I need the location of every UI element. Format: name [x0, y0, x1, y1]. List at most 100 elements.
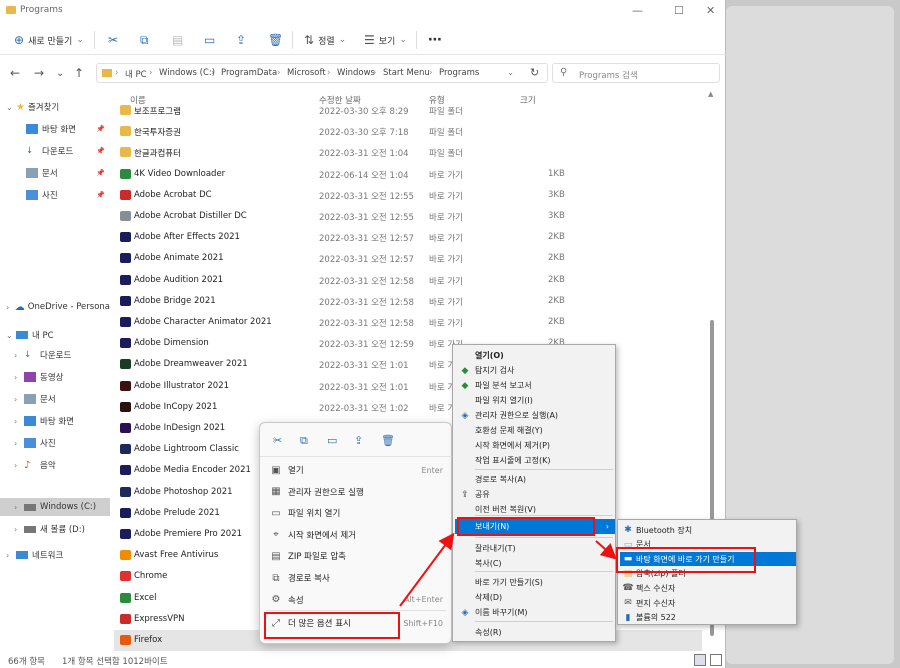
- cut-button[interactable]: ✂: [108, 32, 118, 48]
- table-row[interactable]: Adobe Acrobat Distiller DC 2022-03-31 오전 …: [114, 206, 702, 227]
- classic-menu-item[interactable]: 파일 위치 열기(I): [455, 393, 615, 408]
- delete-button[interactable]: 🗑: [268, 32, 283, 48]
- sort-icon: ⇅: [304, 33, 315, 47]
- send-to-item[interactable]: ▮ 볼륨의 522: [620, 611, 796, 625]
- sidebar-item-pc-downloads[interactable]: › ↓ 다운로드: [14, 346, 71, 364]
- back-icon[interactable]: ←: [10, 66, 20, 80]
- classic-menu-item[interactable]: ◆ 탐지기 검사: [455, 363, 615, 378]
- classic-menu-item[interactable]: 속성(R): [455, 625, 615, 640]
- scroll-up-icon[interactable]: ▲: [708, 90, 713, 98]
- sidebar-item-this-pc[interactable]: ⌄ 내 PC: [6, 326, 54, 344]
- classic-menu-item[interactable]: ⇪ 공유: [455, 487, 615, 502]
- file-name: Chrome: [134, 571, 168, 582]
- share-button[interactable]: ⇪: [236, 32, 246, 48]
- sidebar-item-pc-documents[interactable]: › 문서: [14, 390, 56, 408]
- crumb[interactable]: Programs: [439, 68, 479, 78]
- table-row[interactable]: Adobe After Effects 2021 2022-03-31 오전 12…: [114, 227, 702, 248]
- table-row[interactable]: Adobe Bridge 2021 2022-03-31 오전 12:58 바로 가…: [114, 291, 702, 312]
- trash-icon[interactable]: 🗑: [381, 434, 395, 447]
- sidebar-item-downloads[interactable]: ↓ 다운로드 📌: [26, 142, 110, 160]
- selection-info: 1개 항목 선택함 1012바이트: [62, 657, 168, 667]
- sidebar-item-pc-desktop[interactable]: › 바탕 화면: [14, 412, 74, 430]
- classic-menu-item[interactable]: 시작 화면에서 제거(P): [455, 438, 615, 453]
- forward-icon[interactable]: →: [34, 66, 44, 80]
- table-row[interactable]: Adobe Character Animator 2021 2022-03-31 …: [114, 312, 702, 333]
- sidebar-item-pc-pictures[interactable]: › 사진: [14, 434, 56, 452]
- classic-menu-item[interactable]: 바로 가기 만들기(S): [455, 575, 615, 590]
- table-row[interactable]: 한국투자증권 2022-03-30 오후 7:18 파일 폴더: [114, 121, 702, 142]
- more-icon[interactable]: ⋯: [428, 32, 442, 48]
- chevron-down-icon[interactable]: ⌄: [507, 68, 514, 78]
- sidebar-label: 새 볼륨 (D:): [40, 525, 85, 535]
- sort-button[interactable]: ⇅ 정렬 ⌄: [304, 32, 346, 48]
- sidebar-item-videos[interactable]: › 동영상: [14, 368, 63, 386]
- context-menu-item[interactable]: ▭ 파일 위치 열기: [264, 503, 449, 523]
- classic-menu-item[interactable]: 호환성 문제 해결(Y): [455, 423, 615, 438]
- classic-menu-item[interactable]: 잘라내기(T): [455, 541, 615, 556]
- classic-menu-item[interactable]: ◈ 이름 바꾸기(M): [455, 605, 615, 620]
- classic-menu-item[interactable]: ◈ 관리자 권한으로 실행(A): [455, 408, 615, 423]
- sidebar-item-pictures[interactable]: 사진 📌: [26, 186, 110, 204]
- table-row[interactable]: Adobe Animate 2021 2022-03-31 오전 12:57 바로 …: [114, 248, 702, 269]
- send-to-item[interactable]: ☎ 팩스 수신자: [620, 581, 796, 595]
- sidebar-item-documents[interactable]: 문서 📌: [26, 164, 110, 182]
- context-menu-item[interactable]: ⧉ 경로로 복사: [264, 568, 449, 588]
- view-button[interactable]: ☰ 보기 ⌄: [364, 32, 407, 48]
- context-menu-item[interactable]: ⚙ 속성 Alt+Enter: [264, 590, 449, 610]
- classic-menu-item[interactable]: 열기(O): [455, 348, 615, 363]
- copy-button[interactable]: ⧉: [140, 32, 149, 48]
- rename-icon: ▭: [204, 33, 216, 47]
- crumb[interactable]: Windows: [337, 68, 375, 78]
- crumb-separator: ›: [277, 68, 281, 78]
- sidebar-item-drive-c[interactable]: › Windows (C:): [0, 498, 110, 516]
- context-menu-item[interactable]: ▦ 관리자 권한으로 실행: [264, 482, 449, 502]
- rename-button[interactable]: ▭: [204, 32, 215, 48]
- share-icon[interactable]: ⇪: [354, 434, 363, 447]
- context-menu-item[interactable]: ▣ 열기 Enter: [264, 460, 449, 480]
- refresh-icon[interactable]: ↻: [530, 66, 539, 79]
- sidebar-item-network[interactable]: › 네트워크: [6, 546, 63, 564]
- table-row[interactable]: 4K Video Downloader 2022-06-14 오전 1:04 바로 …: [114, 164, 702, 185]
- table-row[interactable]: Adobe Audition 2021 2022-03-31 오전 12:58 바로…: [114, 270, 702, 291]
- sidebar-item-quick-access[interactable]: ⌄ ★ 즐겨찾기: [6, 98, 59, 116]
- sidebar-item-onedrive[interactable]: › ☁ OneDrive - Persona: [6, 298, 110, 316]
- context-menu-label: 열기: [288, 466, 304, 476]
- send-to-item[interactable]: ✉ 편지 수신자: [620, 596, 796, 610]
- close-icon[interactable]: ✕: [706, 4, 715, 17]
- crumb[interactable]: ProgramData: [221, 68, 277, 78]
- table-row[interactable]: 보조프로그램 2022-03-30 오후 8:29 파일 폴더: [114, 100, 702, 121]
- crumb[interactable]: Microsoft: [287, 68, 326, 78]
- crumb[interactable]: Windows (C:): [159, 68, 215, 78]
- minimize-icon[interactable]: —: [632, 4, 643, 17]
- address-bar[interactable]: › 내 PC › Windows (C:) › ProgramData › Mi…: [96, 63, 548, 83]
- send-to-item[interactable]: ✱ Bluetooth 장치: [620, 523, 796, 537]
- sidebar-item-music[interactable]: › ♪ 음악: [14, 456, 56, 474]
- classic-menu-item[interactable]: ◆ 파일 분석 보고서: [455, 378, 615, 393]
- new-button[interactable]: ⊕ 새로 만들기 ⌄: [14, 32, 84, 48]
- shortcut-icon: [120, 211, 131, 221]
- table-row[interactable]: 한글과컴퓨터 2022-03-31 오전 1:04 파일 폴더: [114, 142, 702, 163]
- details-view-icon[interactable]: [694, 654, 706, 666]
- search-input[interactable]: ⚲ Programs 검색: [552, 63, 720, 83]
- up-icon[interactable]: ↑: [74, 66, 84, 80]
- submenu-arrow-icon: ›: [605, 522, 609, 531]
- sidebar-item-drive-d[interactable]: › 새 볼륨 (D:): [14, 520, 85, 538]
- rename-icon[interactable]: ▭: [327, 434, 337, 447]
- classic-menu-item[interactable]: 복사(C): [455, 556, 615, 571]
- copy-icon[interactable]: ⧉: [300, 434, 308, 448]
- maximize-icon[interactable]: ☐: [674, 4, 684, 17]
- tiles-view-icon[interactable]: [710, 654, 722, 666]
- paste-button[interactable]: ▤: [172, 32, 183, 48]
- classic-menu-item[interactable]: 삭제(D): [455, 590, 615, 605]
- crumb[interactable]: Start Menu: [383, 68, 430, 78]
- classic-menu-item[interactable]: 경로로 복사(A): [455, 472, 615, 487]
- classic-menu-item[interactable]: 작업 표시줄에 고정(K): [455, 453, 615, 468]
- recent-chevron-icon[interactable]: ⌄: [56, 68, 64, 79]
- cut-icon[interactable]: ✂: [273, 434, 282, 447]
- table-row[interactable]: Adobe Acrobat DC 2022-03-31 오전 12:55 바로 가기…: [114, 185, 702, 206]
- sidebar-item-desktop[interactable]: 바탕 화면 📌: [26, 120, 110, 138]
- context-menu-item[interactable]: ▤ ZIP 파일로 압축: [264, 546, 449, 566]
- classic-menu-label: 파일 위치 열기(I): [475, 396, 533, 405]
- context-menu-item[interactable]: ⌖ 시작 화면에서 제거: [264, 525, 449, 545]
- crumb[interactable]: 내 PC: [125, 68, 147, 80]
